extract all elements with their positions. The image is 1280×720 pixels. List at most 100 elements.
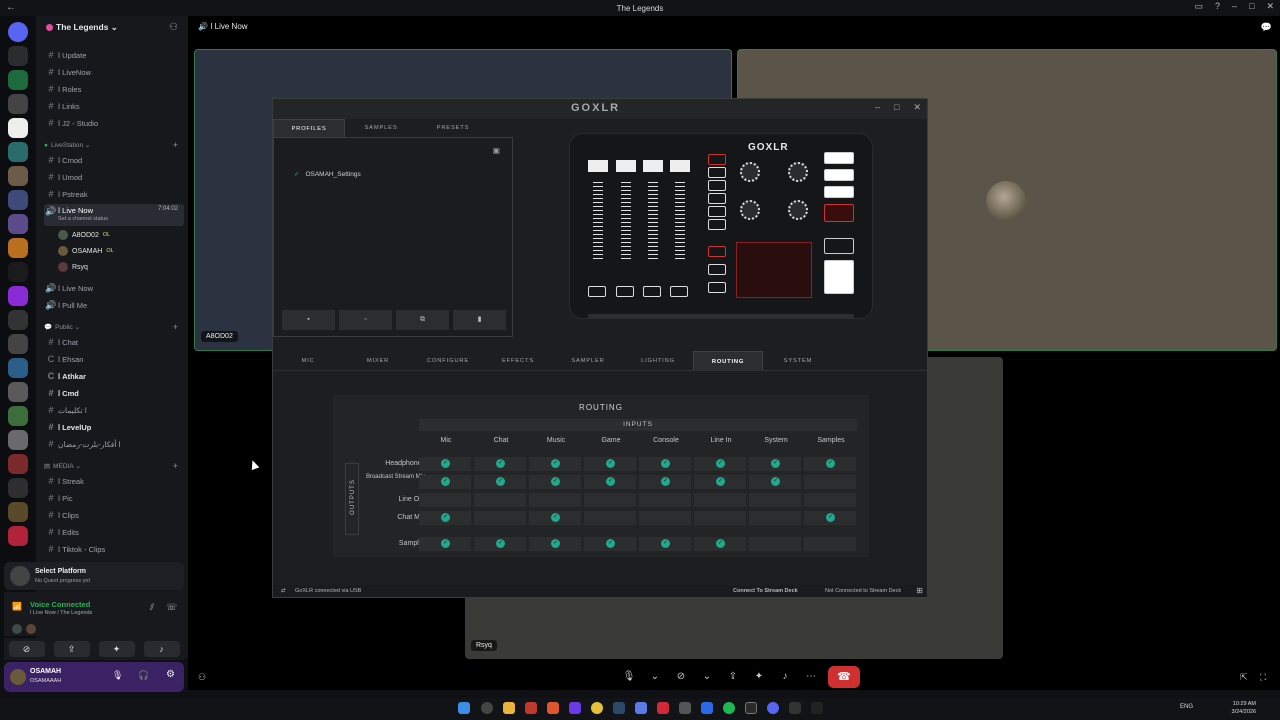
routing-cell[interactable] [804,475,856,489]
routing-cell[interactable] [639,511,691,525]
routing-cell[interactable]: ✓ [639,537,691,551]
microphone-icon[interactable]: 🎙 [620,668,638,686]
app-icon[interactable] [525,702,537,714]
fader[interactable] [675,182,685,262]
routing-cell[interactable]: ✓ [804,457,856,471]
popout-icon[interactable]: ⇱ [1240,672,1248,683]
tab-presets[interactable]: PRESETS [417,119,489,137]
channel-item[interactable]: Cا Athkar [44,369,184,383]
app-icon[interactable] [789,702,801,714]
effect-knob[interactable] [740,200,760,220]
connect-stream-deck-link[interactable]: Connect To Stream Deck [733,588,798,594]
hang-up-button[interactable]: ☎ [828,666,860,688]
channel-item[interactable]: # ا Pic [44,491,184,505]
chevron-down-icon[interactable]: ⌄ [698,668,716,686]
quest-panel[interactable]: Select Platform No Quest progress yet [4,562,184,590]
mute-button[interactable] [643,286,661,297]
channel-item[interactable]: # ا LiveNow [44,65,184,79]
tab-profiles[interactable]: PROFILES [273,119,345,137]
fx-button[interactable] [708,206,726,217]
routing-cell[interactable] [749,537,801,551]
server-icon[interactable] [8,454,28,474]
signal-icon[interactable]: 📶 [12,602,22,611]
sampler-bank-button[interactable] [708,246,726,257]
server-icon[interactable] [8,190,28,210]
effect-preset-button[interactable] [824,186,854,198]
server-icon[interactable] [8,406,28,426]
routing-cell[interactable]: ✓ [749,457,801,471]
routing-cell[interactable]: ✓ [529,475,581,489]
copy-profile-icon[interactable]: ⧉ [396,310,449,330]
fader[interactable] [593,182,603,262]
effect-knob[interactable] [740,162,760,182]
server-icon[interactable] [8,382,28,402]
activities-icon[interactable]: ✦ [750,668,768,686]
routing-cell[interactable] [474,511,526,525]
help-icon[interactable]: ? [1215,1,1220,12]
channel-item[interactable]: # ا J2 - Studio [44,116,184,130]
app-icon[interactable] [745,702,757,714]
start-icon[interactable] [458,702,470,714]
system-clock[interactable]: 10:29 AM 3/24/2026 [1232,700,1256,716]
channel-item[interactable]: # ا Streak [44,474,184,488]
tab-effects[interactable]: EFFECTS [483,351,553,370]
sampler-pads[interactable] [736,242,812,298]
noise-suppression-icon[interactable]: ⫽ [150,602,154,613]
routing-cell[interactable]: ✓ [529,511,581,525]
fx-button[interactable] [708,154,726,165]
tab-system[interactable]: SYSTEM [763,351,833,370]
file-explorer-icon[interactable] [503,702,515,714]
close-icon[interactable]: ✕ [913,102,921,113]
channel-item[interactable]: Cا Ehsan [44,352,184,366]
server-icon[interactable] [8,118,28,138]
routing-cell[interactable]: ✓ [639,475,691,489]
voice-member[interactable]: Rsyq [58,262,88,272]
profile-item[interactable]: ✓ OSAMAH_Settings [294,170,361,178]
maximize-icon[interactable]: □ [1249,1,1254,12]
home-icon[interactable] [8,22,28,42]
routing-cell[interactable]: ✓ [694,475,746,489]
routing-cell[interactable]: ✓ [474,457,526,471]
fx-button[interactable] [708,219,726,230]
routing-cell[interactable] [474,493,526,507]
language-indicator[interactable]: ENG [1180,704,1193,710]
camera-off-icon[interactable]: ⊘ [672,668,690,686]
effect-preset-button[interactable] [824,169,854,181]
routing-cell[interactable]: ✓ [529,537,581,551]
voice-channel-item[interactable]: 🔊 ا Pull Me [44,298,184,312]
routing-cell[interactable]: ✓ [419,457,471,471]
tab-mixer[interactable]: MIXER [343,351,413,370]
camera-off-icon[interactable]: ⊘ [8,641,45,657]
screen-share-icon[interactable]: ⇪ [53,641,90,657]
server-icon[interactable] [8,238,28,258]
channel-item[interactable]: # ا Links [44,99,184,113]
tab-mic[interactable]: MIC [273,351,343,370]
sampler-bank-button[interactable] [708,282,726,293]
routing-cell[interactable]: ✓ [694,537,746,551]
channel-item[interactable]: # ا أفكار-بلرت-رمضان [44,437,184,451]
voice-member[interactable]: OSAMAH OL [58,246,114,256]
sampler-bank-button[interactable] [708,264,726,275]
chat-icon[interactable]: 💬 [1261,22,1272,33]
voice-channel-item[interactable]: # ا Cmod [44,153,184,167]
folder-icon[interactable]: ▣ [492,146,500,155]
add-channel-icon[interactable]: + [173,322,178,332]
routing-cell[interactable] [584,511,636,525]
effect-preset-button[interactable] [824,152,854,164]
voice-status[interactable]: Voice Connected [30,600,90,609]
app-icon[interactable] [679,702,691,714]
routing-cell[interactable]: ✓ [749,475,801,489]
mic-mute-button[interactable] [824,260,854,294]
voice-location[interactable]: ا Live Now / The Legends [30,610,92,616]
tab-sampler[interactable]: SAMPLER [553,351,623,370]
routing-cell[interactable]: ✓ [694,457,746,471]
routing-cell[interactable]: ✓ [639,457,691,471]
back-arrow-icon[interactable]: ← [6,2,16,13]
routing-cell[interactable] [804,537,856,551]
fx-button[interactable] [708,180,726,191]
routing-cell[interactable]: ✓ [584,537,636,551]
app-icon[interactable] [657,702,669,714]
add-channel-icon[interactable]: + [173,461,178,471]
user-settings-icon[interactable]: ⚇ [198,672,206,683]
close-icon[interactable]: ✕ [1266,1,1274,12]
